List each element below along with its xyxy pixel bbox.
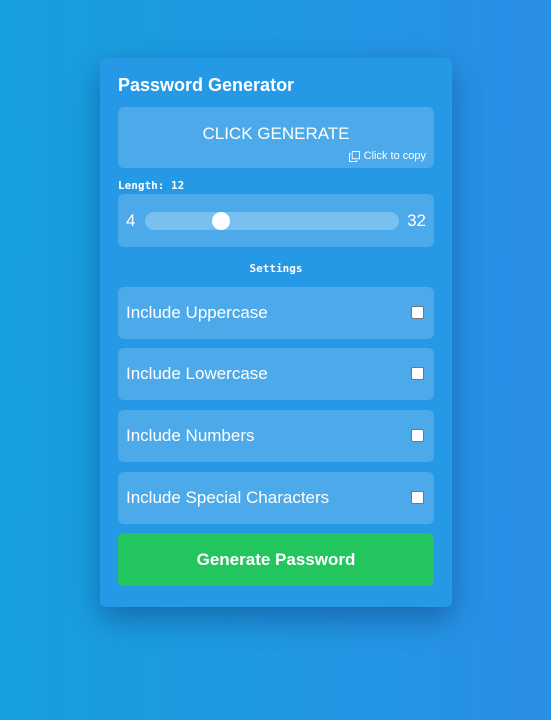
option-uppercase[interactable]: Include Uppercase xyxy=(118,287,434,339)
copy-icon xyxy=(348,150,360,162)
slider-max-label: 32 xyxy=(407,211,426,230)
password-generator-card: Password Generator CLICK GENERATE Click … xyxy=(100,58,452,607)
app-title: Password Generator xyxy=(118,75,295,95)
lowercase-checkbox[interactable] xyxy=(411,367,424,380)
length-slider-thumb[interactable] xyxy=(212,212,231,230)
password-output[interactable]: CLICK GENERATE Click to copy xyxy=(118,107,434,168)
password-output-text: CLICK GENERATE xyxy=(202,124,350,143)
generate-password-button[interactable]: Generate Password xyxy=(118,533,434,586)
option-lowercase[interactable]: Include Lowercase xyxy=(118,348,434,400)
length-slider-track[interactable] xyxy=(145,212,399,230)
length-slider-container: 4 32 xyxy=(118,194,434,247)
copy-hint-text: Click to copy xyxy=(363,150,426,162)
option-numbers[interactable]: Include Numbers xyxy=(118,410,434,462)
copy-hint[interactable]: Click to copy xyxy=(348,150,426,162)
special-characters-checkbox[interactable] xyxy=(411,491,424,504)
option-special-characters-label: Include Special Characters xyxy=(126,488,330,507)
option-special-characters[interactable]: Include Special Characters xyxy=(118,472,434,524)
option-numbers-label: Include Numbers xyxy=(126,426,255,445)
uppercase-checkbox[interactable] xyxy=(411,306,424,319)
option-lowercase-label: Include Lowercase xyxy=(126,364,268,383)
option-uppercase-label: Include Uppercase xyxy=(126,303,268,322)
slider-min-label: 4 xyxy=(126,211,136,230)
numbers-checkbox[interactable] xyxy=(411,429,424,442)
settings-heading: Settings xyxy=(249,262,303,275)
length-label: Length: 12 xyxy=(118,179,185,192)
